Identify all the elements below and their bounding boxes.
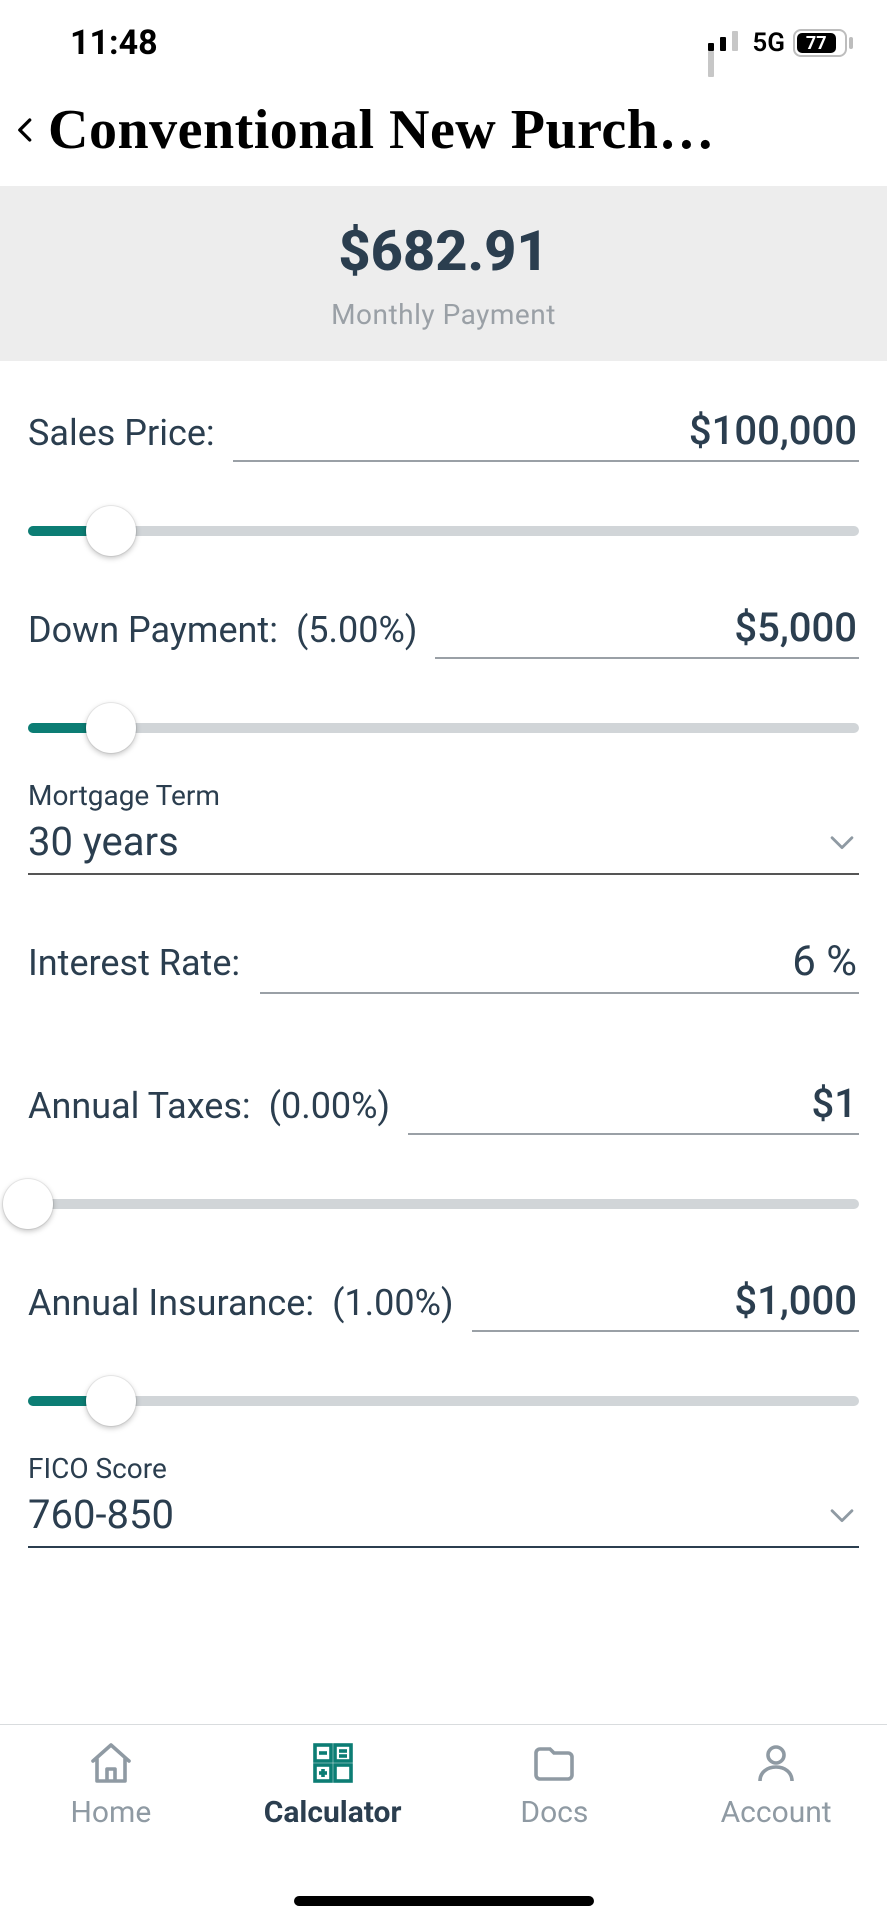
status-bar: 11:48 5G 77: [0, 0, 887, 78]
calculator-icon: [309, 1739, 357, 1787]
network-type: 5G: [752, 28, 785, 58]
annual-insurance-row: Annual Insurance: (1.00%) $1,000: [28, 1277, 859, 1332]
fico-score-label: FICO Score: [28, 1452, 859, 1485]
chevron-down-icon: [825, 1498, 859, 1532]
annual-taxes-value: $1: [812, 1080, 857, 1127]
mortgage-term-value: 30 years: [28, 818, 179, 865]
down-payment-label: Down Payment:: [28, 609, 278, 659]
sales-price-row: Sales Price: $100,000: [28, 407, 859, 462]
battery-icon: 77: [793, 29, 853, 57]
sales-price-slider[interactable]: [28, 508, 859, 554]
tab-bar: Home Calculator Docs Account: [0, 1724, 887, 1920]
home-indicator[interactable]: [294, 1896, 594, 1906]
back-button[interactable]: [8, 106, 44, 154]
tab-home-label: Home: [71, 1795, 152, 1830]
status-right: 5G 77: [708, 28, 853, 58]
mortgage-term-label: Mortgage Term: [28, 779, 859, 812]
fico-score-select[interactable]: FICO Score 760-850: [28, 1452, 859, 1548]
slider-thumb[interactable]: [86, 1376, 136, 1426]
tab-account-label: Account: [721, 1795, 832, 1830]
down-payment-row: Down Payment: (5.00%) $5,000: [28, 604, 859, 659]
home-icon: [87, 1739, 135, 1787]
monthly-payment-label: Monthly Payment: [0, 298, 887, 331]
status-time: 11:48: [70, 23, 158, 63]
page-title: Conventional New Purch…: [48, 98, 873, 162]
fico-score-value: 760-850: [28, 1491, 174, 1538]
tab-docs-label: Docs: [520, 1795, 588, 1830]
annual-insurance-label: Annual Insurance:: [28, 1282, 314, 1332]
annual-insurance-pct: (1.00%): [332, 1282, 453, 1332]
annual-insurance-input[interactable]: $1,000: [472, 1277, 860, 1332]
down-payment-pct: (5.00%): [296, 609, 417, 659]
slider-thumb[interactable]: [3, 1179, 53, 1229]
cellular-signal-icon: [708, 31, 744, 55]
interest-rate-row: Interest Rate: 6 %: [28, 937, 859, 994]
folder-icon: [530, 1739, 578, 1787]
annual-taxes-slider[interactable]: [28, 1181, 859, 1227]
annual-insurance-value: $1,000: [734, 1277, 857, 1324]
tab-calculator-label: Calculator: [264, 1795, 402, 1830]
payment-summary: $682.91 Monthly Payment: [0, 186, 887, 361]
annual-taxes-label: Annual Taxes:: [28, 1085, 251, 1135]
interest-rate-value: 6 %: [792, 937, 857, 986]
sales-price-label: Sales Price:: [28, 412, 215, 462]
down-payment-value: $5,000: [734, 604, 857, 651]
monthly-payment-amount: $682.91: [0, 218, 887, 284]
tab-docs[interactable]: Docs: [444, 1739, 666, 1920]
interest-rate-input[interactable]: 6 %: [260, 937, 859, 994]
annual-insurance-slider[interactable]: [28, 1378, 859, 1424]
down-payment-slider[interactable]: [28, 705, 859, 751]
person-icon: [752, 1739, 800, 1787]
tab-calculator[interactable]: Calculator: [222, 1739, 444, 1920]
slider-thumb[interactable]: [86, 506, 136, 556]
annual-taxes-input[interactable]: $1: [408, 1080, 859, 1135]
sales-price-value: $100,000: [689, 407, 857, 454]
page-header: Conventional New Purch…: [0, 78, 887, 186]
tab-home[interactable]: Home: [0, 1739, 222, 1920]
annual-taxes-pct: (0.00%): [269, 1085, 390, 1135]
battery-percent: 77: [806, 33, 827, 54]
tab-account[interactable]: Account: [665, 1739, 887, 1920]
annual-taxes-row: Annual Taxes: (0.00%) $1: [28, 1080, 859, 1135]
sales-price-input[interactable]: $100,000: [233, 407, 859, 462]
chevron-down-icon: [825, 825, 859, 859]
interest-rate-label: Interest Rate:: [28, 942, 240, 994]
mortgage-term-select[interactable]: Mortgage Term 30 years: [28, 779, 859, 875]
chevron-left-icon: [11, 108, 41, 152]
slider-thumb[interactable]: [86, 703, 136, 753]
down-payment-input[interactable]: $5,000: [435, 604, 859, 659]
